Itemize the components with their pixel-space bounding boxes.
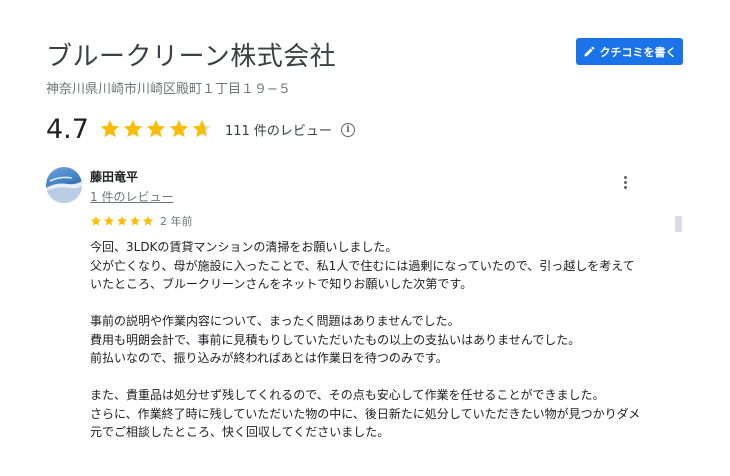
review-line: 事前の説明や作業内容について、まったく問題はありませんでした。 [90,314,460,328]
review-meta: 2 年前 [90,213,193,229]
review-card: 藤田竜平 1 件のレビュー 2 年前 今回、3LDKの賃貸マンションの清掃をお願… [0,160,730,476]
star-icon [146,119,166,138]
star-icon [143,216,153,226]
scrollbar-thumb[interactable] [675,216,682,232]
review-line: 父が亡くなり、母が施設に入ったことで、私1人で住むには過剰になっていたので、引っ… [90,258,635,273]
review-date: 2 年前 [160,215,193,228]
business-name: ブルークリーン株式会社 [46,42,337,72]
review-line: 元でご相談したところ、快く回収してくださいました。 [90,425,390,439]
rating-summary: 4.7 111 件のレビュー i [46,112,355,146]
write-review-button[interactable]: クチコミを書く [576,38,683,65]
review-line: 費用も明朗会計で、事前に見積もりしていただいたもの以上の支払いはありませんでした… [90,332,581,347]
review-line: さらに、作業終了時に残していただいた物の中に、後日新たに処分していただきたい物が… [90,406,641,421]
star-icon [192,119,212,138]
rating-stars [99,118,213,140]
rating-value: 4.7 [46,113,89,145]
star-icon [117,216,127,226]
avatar[interactable] [46,167,82,203]
write-review-label: クチコミを書く [599,45,677,59]
business-reviews-page: ブルークリーン株式会社 神奈川県川崎市川崎区殿町１丁目１９−５ クチコミを書く … [0,0,730,476]
review-line: 今回、3LDKの賃貸マンションの清掃をお願いしました。 [90,240,398,254]
paragraph-break [90,368,680,387]
review-text: 今回、3LDKの賃貸マンションの清掃をお願いしました。 父が亡くなり、母が施設に… [90,238,680,442]
star-icon [100,119,120,138]
paragraph-break [90,294,680,313]
info-icon[interactable]: i [340,123,355,137]
business-address: 神奈川県川崎市川崎区殿町１丁目１９−５ [46,82,291,97]
star-icon [91,216,101,226]
star-icon [104,216,114,226]
review-line: いたところ、ブルークリーンさんをネットで知りお願いした次第です。 [90,277,473,291]
star-icon [130,216,140,226]
review-line: 前払いなので、振り込みが終わればあとは作業日を待つのみです。 [90,351,448,365]
reviewer-name[interactable]: 藤田竜平 [90,168,138,185]
review-stars [90,215,154,227]
review-line: また、貴重品は処分せず残してくれるので、その点も安心して作業を任せることができま… [90,388,605,402]
more-vert-icon[interactable] [617,174,633,190]
pencil-icon [583,45,596,58]
star-icon [169,119,189,138]
star-icon [123,119,143,138]
review-count[interactable]: 111 件のレビュー [225,120,332,139]
reviewer-review-count[interactable]: 1 件のレビュー [90,188,173,205]
